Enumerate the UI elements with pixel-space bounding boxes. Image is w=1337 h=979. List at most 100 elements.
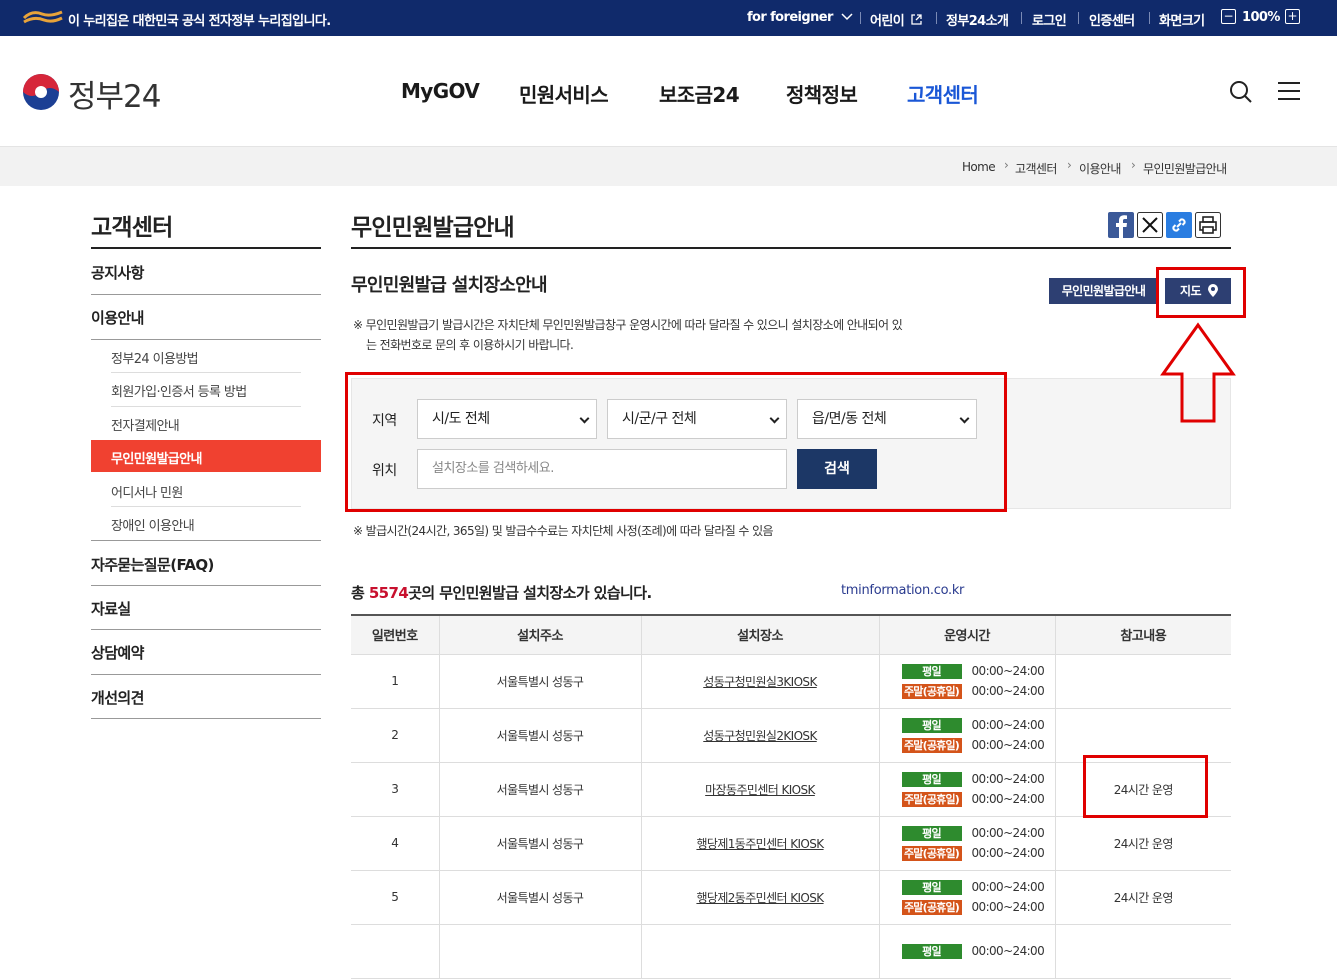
column-header: 설치주소 [438, 614, 641, 655]
divider [860, 12, 861, 24]
for-foreigner-link[interactable]: for foreigner [747, 10, 853, 25]
weekday-badge: 평일 [901, 771, 962, 787]
total-suffix: 곳의 무인민원발급 설치장소가 있습니다. [408, 584, 652, 602]
divider [936, 12, 937, 24]
breadcrumb-home[interactable]: Home [962, 160, 996, 174]
weekday-hours: 00:00~24:00 [971, 664, 1045, 678]
weekday-hours: 00:00~24:00 [971, 718, 1045, 732]
row-address: 서울특별시 성동구 [438, 708, 641, 763]
eupmyeondong-select-value: 읍/면/동 전체 [812, 411, 887, 427]
sidebar-item-consult[interactable]: 상담예약 [91, 642, 144, 663]
sidebar-sub-how-to-use[interactable]: 정부24 이용방법 [111, 348, 199, 367]
search-icon[interactable] [1229, 80, 1253, 104]
print-icon[interactable] [1195, 212, 1221, 238]
link-copy-icon[interactable] [1166, 212, 1192, 238]
table-row: 3 서울특별시 성동구 마장동주민센터 KIOSK 평일 00:00~24:00 … [351, 762, 1231, 817]
divider [91, 674, 321, 675]
row-place-link[interactable]: 행당제1동주민센터 KIOSK [640, 816, 879, 871]
login-link[interactable]: 로그인 [1032, 10, 1067, 29]
weekend-badge: 주말(공휴일) [901, 899, 962, 915]
eupmyeondong-select[interactable]: 읍/면/동 전체 [797, 399, 977, 439]
weekend-hours: 00:00~24:00 [971, 792, 1045, 806]
breadcrumb-usage-guide[interactable]: 이용안내 [1079, 160, 1121, 177]
sidebar-sub-anywhere[interactable]: 어디서나 민원 [111, 482, 183, 501]
weekday-hours: 00:00~24:00 [971, 772, 1045, 786]
divider [1021, 12, 1022, 24]
column-header: 설치장소 [640, 614, 879, 655]
weekday-badge: 평일 [901, 943, 962, 959]
sidebar-item-feedback[interactable]: 개선의견 [91, 687, 144, 708]
gov-notice-text: 이 누리집은 대한민국 공식 전자정부 누리집입니다. [68, 14, 331, 29]
sidebar-title: 고객센터 [91, 215, 173, 241]
row-place-link[interactable]: 성동구청민원실2KIOSK [640, 708, 879, 763]
place-search-input[interactable]: 설치장소를 검색하세요. [417, 449, 787, 489]
sidebar-item-faq[interactable]: 자주묻는질문(FAQ) [91, 554, 214, 575]
row-place-link[interactable]: 성동구청민원실3KIOSK [640, 654, 879, 709]
divider [91, 540, 321, 541]
map-button-label: 지도 [1180, 284, 1201, 298]
site-title[interactable]: 정부24 [68, 71, 161, 116]
zoom-out-button[interactable]: − [1221, 9, 1236, 24]
divider [91, 585, 321, 586]
sidebar-sub-signup-cert[interactable]: 회원가입·인증서 등록 방법 [111, 381, 247, 400]
cert-center-link[interactable]: 인증센터 [1089, 10, 1135, 29]
sidebar-sub-payment[interactable]: 전자결제안내 [111, 415, 180, 434]
gov-emblem-icon[interactable] [22, 73, 60, 111]
row-hours: 평일 00:00~24:00 주말(공휴일) 00:00~24:00 [878, 870, 1055, 925]
nav-subsidy24[interactable]: 보조금24 [659, 79, 740, 108]
row-place-link[interactable]: 마장동주민센터 KIOSK [640, 762, 879, 817]
row-number: 2 [351, 708, 439, 763]
weekend-badge: 주말(공휴일) [901, 683, 962, 699]
sigungu-select-value: 시/군/구 전체 [622, 411, 697, 427]
region-label: 지역 [372, 413, 397, 429]
sigungu-select[interactable]: 시/군/구 전체 [607, 399, 787, 439]
kiosk-location-table: 일련번호 설치주소 설치장소 운영시간 참고내용 1 서울특별시 성동구 성동구… [351, 614, 1231, 979]
hamburger-menu-icon[interactable] [1278, 81, 1300, 101]
column-header: 일련번호 [351, 614, 439, 655]
weekday-badge: 평일 [901, 879, 962, 895]
weekend-badge: 주말(공휴일) [901, 737, 962, 753]
table-row: 4 서울특별시 성동구 행당제1동주민센터 KIOSK 평일 00:00~24:0… [351, 816, 1231, 871]
weekend-badge: 주말(공휴일) [901, 845, 962, 861]
kiosk-guide-button[interactable]: 무인민원발급안내 [1049, 278, 1158, 304]
search-button[interactable]: 검색 [797, 449, 877, 489]
sidebar-sub-disabled[interactable]: 장애인 이용안내 [111, 515, 195, 534]
chevron-down-icon [579, 413, 590, 424]
x-twitter-icon[interactable] [1137, 212, 1163, 238]
sidebar-item-usage-guide[interactable]: 이용안내 [91, 307, 144, 328]
row-note [1054, 708, 1231, 763]
breadcrumb-current: 무인민원발급안내 [1143, 162, 1227, 176]
nav-customer-center[interactable]: 고객센터 [907, 79, 979, 108]
divider [91, 294, 321, 295]
nav-policy-info[interactable]: 정책정보 [786, 79, 858, 108]
about-link[interactable]: 정부24소개 [946, 10, 1009, 29]
row-place-link[interactable]: 행당제2동주민센터 KIOSK [640, 870, 879, 925]
sidebar-sub-kiosk-active[interactable]: 무인민원발급안내 [91, 440, 321, 472]
nav-mygov[interactable]: MyGOV [401, 79, 480, 103]
column-header: 참고내용 [1054, 614, 1231, 655]
row-hours: 평일 00:00~24:00 [878, 924, 1055, 979]
facebook-icon[interactable] [1108, 212, 1134, 238]
total-count: 5574 [368, 584, 409, 602]
weekday-hours: 00:00~24:00 [971, 944, 1045, 958]
map-button[interactable]: 지도 [1165, 278, 1231, 304]
table-row: 1 서울특별시 성동구 성동구청민원실3KIOSK 평일 00:00~24:00 … [351, 654, 1231, 709]
nav-civil-service[interactable]: 민원서비스 [519, 79, 609, 108]
breadcrumb-customer-center[interactable]: 고객센터 [1015, 160, 1057, 177]
zoom-in-button[interactable]: + [1285, 9, 1300, 24]
sido-select[interactable]: 시/도 전체 [417, 399, 597, 439]
table-row: 5 서울특별시 성동구 행당제2동주민센터 KIOSK 평일 00:00~24:0… [351, 870, 1231, 925]
sidebar-item-notice[interactable]: 공지사항 [91, 262, 144, 283]
breadcrumb-separator: › [1004, 158, 1009, 172]
total-count-line: 총 5574곳의 무인민원발급 설치장소가 있습니다. [351, 582, 652, 603]
row-note: 24시간 운영 [1054, 816, 1231, 871]
sidebar-item-library[interactable]: 자료실 [91, 598, 131, 619]
weekday-badge: 평일 [901, 663, 962, 679]
notice-text-line2: 는 전화번호로 문의 후 이용하시기 바랍니다. [366, 338, 574, 352]
kids-link[interactable]: 어린이 [870, 10, 922, 29]
row-hours: 평일 00:00~24:00 주말(공휴일) 00:00~24:00 [878, 654, 1055, 709]
table-row: 평일 00:00~24:00 [351, 924, 1231, 979]
weekday-badge: 평일 [901, 825, 962, 841]
row-address: 서울특별시 성동구 [438, 816, 641, 871]
weekday-hours: 00:00~24:00 [971, 826, 1045, 840]
